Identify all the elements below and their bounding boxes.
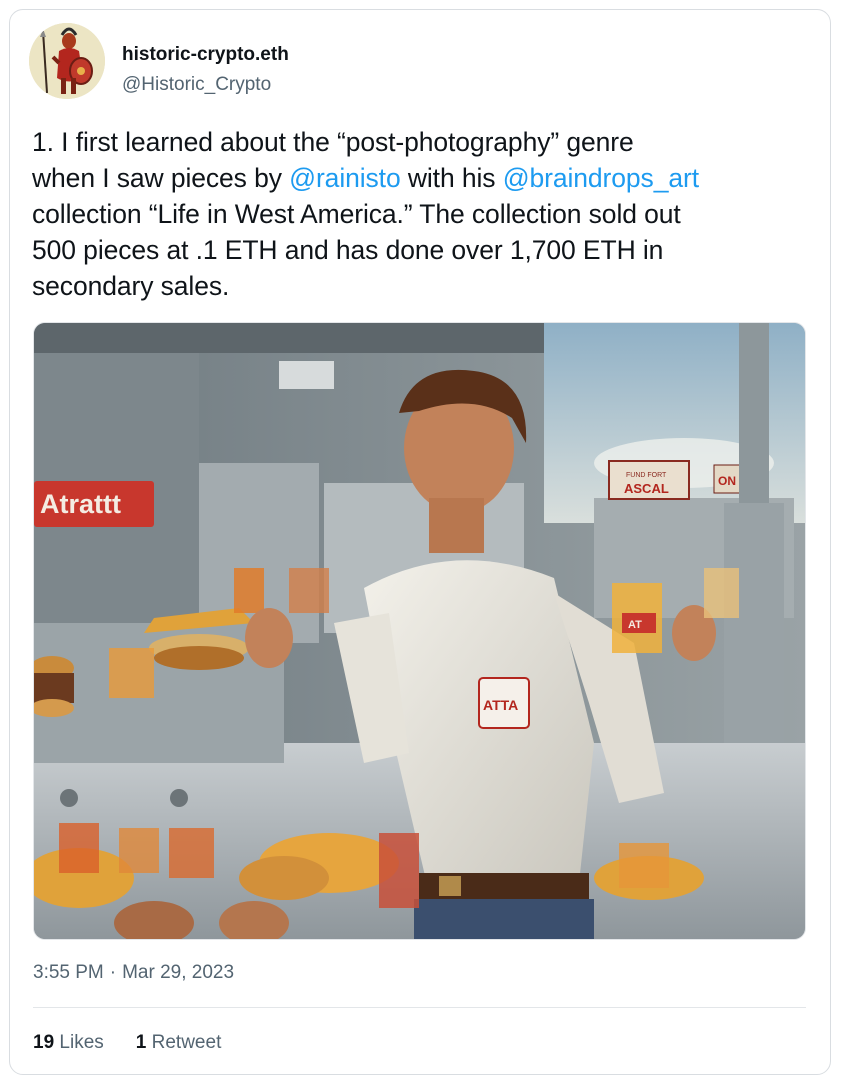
background-sign-small-text: FUND FORT xyxy=(626,472,667,479)
tweet-media-image[interactable]: Atrattt FUND FORT ASCAL ON ATTA AT xyxy=(33,322,806,940)
cup-label-text: AT xyxy=(628,619,642,631)
mention-link-braindrops-art[interactable]: @braindrops_art xyxy=(503,163,699,193)
avatar[interactable] xyxy=(29,23,105,99)
tweet-time: 3:55 PM xyxy=(33,962,104,983)
media-sign-text: Atrattt xyxy=(40,489,121,519)
tweet-text: 1. I first learned about the “post-photo… xyxy=(32,124,822,304)
tweet-line: secondary sales. xyxy=(32,268,822,304)
avatar-warrior-illustration xyxy=(29,23,105,99)
tweet-stats: 19 Likes 1 Retweet xyxy=(33,1032,253,1054)
photo-man-with-fries-illustration: Atrattt FUND FORT ASCAL ON ATTA AT xyxy=(34,323,805,939)
tweet-line: 1. I first learned about the “post-photo… xyxy=(32,124,822,160)
tweet-line: when I saw pieces by @rainisto with his … xyxy=(32,160,822,196)
likes-count: 19 xyxy=(33,1032,55,1053)
display-name[interactable]: historic-crypto.eth xyxy=(122,44,289,66)
tweet-text-segment: secondary sales. xyxy=(32,271,230,301)
tweet-date: Mar 29, 2023 xyxy=(122,962,235,983)
tweet-line: collection “Life in West America.” The c… xyxy=(32,196,822,232)
can-label-text: ON xyxy=(718,474,736,488)
tweet-text-segment: 1. I first learned about the “post-photo… xyxy=(32,127,634,157)
background-sign-text: ASCAL xyxy=(624,481,669,496)
shirt-logo-text: ATTA xyxy=(483,697,518,713)
tweet-text-segment: with his xyxy=(400,163,503,193)
tweet-timestamp[interactable]: 3:55 PM · Mar 29, 2023 xyxy=(33,962,234,984)
user-handle[interactable]: @Historic_Crypto xyxy=(122,74,271,96)
tweet-text-segment: when I saw pieces by xyxy=(32,163,290,193)
separator-dot: · xyxy=(109,962,117,983)
retweets-count: 1 xyxy=(135,1032,147,1053)
likes-label: Likes xyxy=(59,1032,104,1053)
likes-stat[interactable]: 19 Likes xyxy=(33,1032,104,1054)
tweet-text-segment: collection “Life in West America.” The c… xyxy=(32,199,681,229)
retweets-label: Retweet xyxy=(151,1032,222,1053)
tweet-text-segment: 500 pieces at .1 ETH and has done over 1… xyxy=(32,235,664,265)
mention-link-rainisto[interactable]: @rainisto xyxy=(289,163,401,193)
retweets-stat[interactable]: 1 Retweet xyxy=(136,1032,222,1054)
tweet-line: 500 pieces at .1 ETH and has done over 1… xyxy=(32,232,822,268)
divider xyxy=(33,1007,806,1008)
